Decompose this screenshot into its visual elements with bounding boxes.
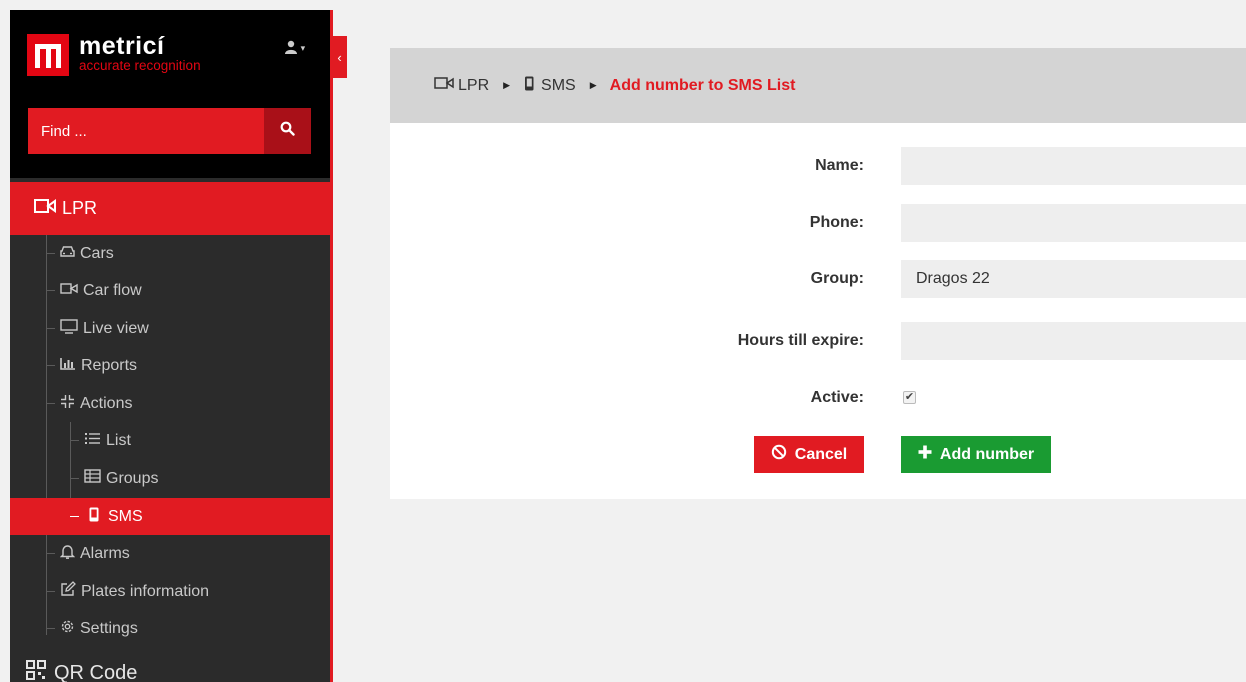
chevron-left-icon: ‹ bbox=[337, 49, 342, 65]
hours-label: Hours till expire: bbox=[737, 332, 864, 349]
sidebar-section-label: LPR bbox=[62, 198, 98, 218]
sidebar-item-label: Settings bbox=[80, 619, 138, 637]
bell-icon bbox=[59, 544, 80, 564]
search-input[interactable] bbox=[28, 108, 264, 154]
sidebar-item-cars[interactable]: Cars bbox=[10, 235, 332, 272]
monitor-icon bbox=[60, 318, 83, 339]
user-menu[interactable]: ▾ bbox=[285, 40, 305, 57]
brand-name: metricí bbox=[79, 32, 165, 60]
caret-right-icon: ▶ bbox=[589, 80, 597, 90]
breadcrumb-item-lpr[interactable]: LPR bbox=[434, 76, 489, 95]
sidebar-item-car-flow[interactable]: Car flow bbox=[10, 272, 332, 309]
add-number-label: Add number bbox=[939, 445, 1035, 463]
sidebar-item-label: Alarms bbox=[80, 544, 130, 562]
chart-icon bbox=[60, 357, 81, 375]
sidebar-header: metricí accurate recognition ▾ bbox=[10, 10, 332, 178]
camera-icon bbox=[34, 198, 62, 219]
phone-icon bbox=[88, 507, 105, 527]
sidebar-section-label: QR Code bbox=[54, 661, 138, 682]
qrcode-icon bbox=[26, 660, 54, 682]
add-number-button[interactable]: Add number bbox=[901, 436, 1051, 473]
sidebar-item-alarms[interactable]: Alarms bbox=[10, 535, 332, 572]
caret-down-icon: ▾ bbox=[300, 43, 306, 53]
breadcrumb: LPR ▶ SMS ▶ Add number to SMS List bbox=[390, 48, 1246, 123]
table-icon bbox=[84, 469, 106, 488]
sidebar-item-label: Cars bbox=[80, 244, 114, 262]
actions-icon bbox=[60, 394, 80, 414]
sidebar-section-lpr[interactable]: LPR bbox=[10, 182, 332, 235]
check-icon: ✔ bbox=[904, 391, 915, 403]
car-icon bbox=[60, 245, 80, 263]
active-checkbox[interactable]: ✔ bbox=[903, 391, 916, 404]
phone-field[interactable] bbox=[901, 204, 1246, 242]
logo-mark bbox=[27, 34, 69, 76]
logo[interactable]: metricí accurate recognition bbox=[27, 34, 201, 76]
sidebar-item-live-view[interactable]: Live view bbox=[10, 310, 332, 347]
sidebar-item-actions[interactable]: Actions bbox=[10, 385, 332, 422]
caret-right-icon: ▶ bbox=[503, 80, 511, 90]
breadcrumb-label: SMS bbox=[541, 76, 576, 94]
plus-icon bbox=[918, 445, 940, 464]
sidebar-item-groups[interactable]: Groups bbox=[10, 460, 332, 497]
sidebar-item-list[interactable]: List bbox=[10, 422, 332, 459]
name-row: Name: bbox=[390, 147, 1246, 185]
phone-label: Phone: bbox=[809, 214, 864, 231]
phone-row: Phone: bbox=[390, 204, 1246, 242]
group-label: Group: bbox=[810, 270, 864, 287]
sidebar-item-label: Car flow bbox=[83, 281, 142, 299]
hours-field[interactable] bbox=[901, 322, 1246, 360]
hours-row: Hours till expire: bbox=[390, 322, 1246, 360]
cancel-label: Cancel bbox=[794, 445, 848, 463]
phone-icon bbox=[523, 76, 539, 96]
breadcrumb-current: Add number to SMS List bbox=[609, 76, 796, 94]
list-icon bbox=[84, 432, 106, 450]
breadcrumb-item-sms[interactable]: SMS bbox=[523, 76, 576, 96]
sidebar-item-reports[interactable]: Reports bbox=[10, 347, 332, 384]
gear-icon bbox=[60, 619, 80, 639]
name-field[interactable] bbox=[901, 147, 1246, 185]
camera-icon bbox=[60, 282, 83, 300]
sidebar-collapse-button[interactable]: ‹ bbox=[332, 36, 347, 78]
name-label: Name: bbox=[815, 157, 864, 174]
group-row: Group: bbox=[390, 260, 1246, 298]
sidebar-section-qr-code[interactable]: QR Code bbox=[26, 660, 137, 682]
search-icon bbox=[280, 121, 295, 141]
group-select[interactable] bbox=[901, 260, 1246, 298]
add-number-form: Name: Phone: Group: Hours till expire: A… bbox=[390, 123, 1246, 499]
cancel-button[interactable]: Cancel bbox=[754, 436, 864, 473]
sidebar-item-label: Live view bbox=[83, 319, 149, 337]
search-bar bbox=[28, 108, 311, 154]
sidebar-item-label: Groups bbox=[106, 469, 159, 487]
active-label: Active: bbox=[810, 389, 864, 406]
sidebar-item-label: Actions bbox=[80, 394, 133, 412]
active-row: Active: ✔ bbox=[390, 379, 1246, 417]
search-button[interactable] bbox=[264, 108, 311, 154]
sidebar-item-plates-information[interactable]: Plates information bbox=[10, 573, 332, 610]
breadcrumb-label: LPR bbox=[458, 76, 490, 94]
brand-tagline: accurate recognition bbox=[79, 58, 201, 73]
user-icon bbox=[285, 40, 301, 57]
sidebar-item-sms[interactable]: SMS bbox=[10, 498, 332, 535]
sidebar-item-label: Reports bbox=[81, 356, 138, 374]
edit-icon bbox=[60, 581, 81, 602]
sidebar-item-label: Plates information bbox=[81, 582, 210, 600]
ban-icon bbox=[771, 444, 795, 465]
sidebar-item-label: SMS bbox=[108, 507, 143, 525]
sidebar: metricí accurate recognition ▾ LPR bbox=[10, 10, 332, 682]
sidebar-item-settings[interactable]: Settings bbox=[10, 610, 332, 647]
sidebar-border bbox=[330, 10, 333, 682]
camera-icon bbox=[434, 76, 458, 95]
sidebar-item-label: List bbox=[106, 431, 131, 449]
